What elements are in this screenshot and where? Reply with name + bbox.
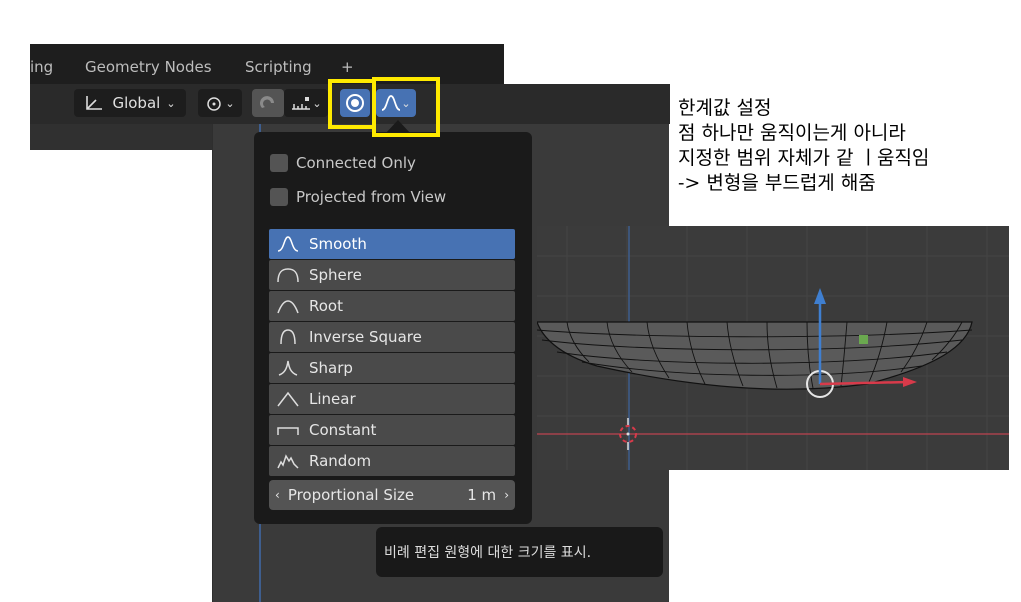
falloff-item-linear[interactable]: Linear — [269, 384, 515, 414]
falloff-item-label: Constant — [309, 421, 377, 439]
note-line: 지정한 범위 자체가 같 ㅣ움직임 — [678, 147, 930, 169]
snap-target-dropdown[interactable]: ⌄ — [284, 89, 328, 117]
magnet-icon — [260, 96, 274, 108]
note-line: 한계값 설정 — [678, 97, 772, 119]
inverse-square-falloff-icon — [280, 329, 296, 345]
falloff-item-smooth[interactable]: Smooth — [269, 229, 515, 259]
orientation-label: Global — [112, 94, 161, 112]
proportional-editing-popover: Connected Only Projected from View Smoot… — [254, 120, 532, 524]
proportional-size-label: Proportional Size — [287, 486, 415, 504]
workspace-tab-geometry-nodes[interactable]: Geometry Nodes — [85, 58, 212, 76]
falloff-item-label: Root — [309, 297, 343, 315]
connected-only-option[interactable]: Connected Only — [270, 154, 416, 172]
chevron-down-icon: ⌄ — [312, 96, 322, 110]
proportional-size-value: 1 m — [467, 486, 497, 504]
random-falloff-icon — [277, 454, 299, 469]
tooltip: 비례 편집 원형에 대한 크기를 표시. — [376, 527, 663, 577]
viewport-strip — [30, 124, 212, 150]
proportional-size-field[interactable]: ‹ Proportional Size 1 m › — [269, 480, 515, 510]
smooth-falloff-icon — [277, 236, 299, 252]
3d-cursor-icon[interactable] — [612, 418, 644, 450]
falloff-item-label: Sharp — [309, 359, 353, 377]
grid-line — [212, 124, 213, 602]
falloff-item-sphere[interactable]: Sphere — [269, 260, 515, 290]
workspace-tab-scripting[interactable]: Scripting — [245, 58, 312, 76]
snap-increment-icon — [292, 97, 311, 110]
projected-from-view-checkbox[interactable] — [270, 188, 288, 206]
falloff-item-label: Linear — [309, 390, 356, 408]
connected-only-checkbox[interactable] — [270, 154, 288, 172]
falloff-item-random[interactable]: Random — [269, 446, 515, 476]
falloff-item-label: Sphere — [309, 266, 362, 284]
note-line: 점 하나만 움직이는게 아니라 — [678, 122, 906, 144]
highlight-box-proportional-toggle — [328, 79, 376, 129]
scene-viewport-screenshot — [536, 226, 1009, 470]
pivot-point-icon — [207, 97, 222, 111]
constant-falloff-icon — [277, 427, 299, 435]
pivot-point-dropdown[interactable]: ⌄ — [198, 89, 242, 117]
linear-falloff-icon — [277, 391, 299, 407]
sphere-falloff-icon — [277, 268, 299, 283]
falloff-item-label: Random — [309, 452, 372, 470]
connected-only-label: Connected Only — [296, 154, 416, 172]
falloff-item-label: Inverse Square — [309, 328, 422, 346]
falloff-item-inverse-square[interactable]: Inverse Square — [269, 322, 515, 352]
mesh-bowl-illustration — [536, 226, 1009, 470]
falloff-item-root[interactable]: Root — [269, 291, 515, 321]
highlight-box-falloff-dropdown — [372, 77, 440, 137]
projected-from-view-option[interactable]: Projected from View — [270, 188, 446, 206]
orientation-axes-icon — [86, 96, 103, 110]
snap-toggle[interactable] — [252, 89, 284, 117]
add-workspace-button[interactable]: + — [341, 58, 354, 76]
chevron-down-icon: ⌄ — [225, 96, 235, 110]
projected-from-view-label: Projected from View — [296, 188, 447, 206]
decrement-arrow-icon[interactable]: ‹ — [275, 488, 280, 502]
tooltip-text: 비례 편집 원형에 대한 크기를 표시. — [384, 545, 592, 561]
workspace-tab-partial[interactable]: ing — [30, 58, 53, 76]
transform-orientation-dropdown[interactable]: Global ⌄ — [74, 89, 186, 117]
root-falloff-icon — [277, 300, 299, 314]
falloff-item-constant[interactable]: Constant — [269, 415, 515, 445]
annotation-note: 한계값 설정 점 하나만 움직이는게 아니라 지정한 범위 자체가 같 ㅣ움직임… — [678, 96, 1018, 196]
increment-arrow-icon[interactable]: › — [504, 488, 509, 502]
falloff-item-sharp[interactable]: Sharp — [269, 353, 515, 383]
note-line: -> 변형을 부드럽게 해줌 — [678, 172, 876, 194]
sharp-falloff-icon — [278, 360, 298, 376]
falloff-list: Smooth Sphere Root Inverse Square Sharp … — [269, 229, 515, 477]
falloff-item-label: Smooth — [309, 235, 367, 253]
chevron-down-icon: ⌄ — [166, 96, 176, 110]
